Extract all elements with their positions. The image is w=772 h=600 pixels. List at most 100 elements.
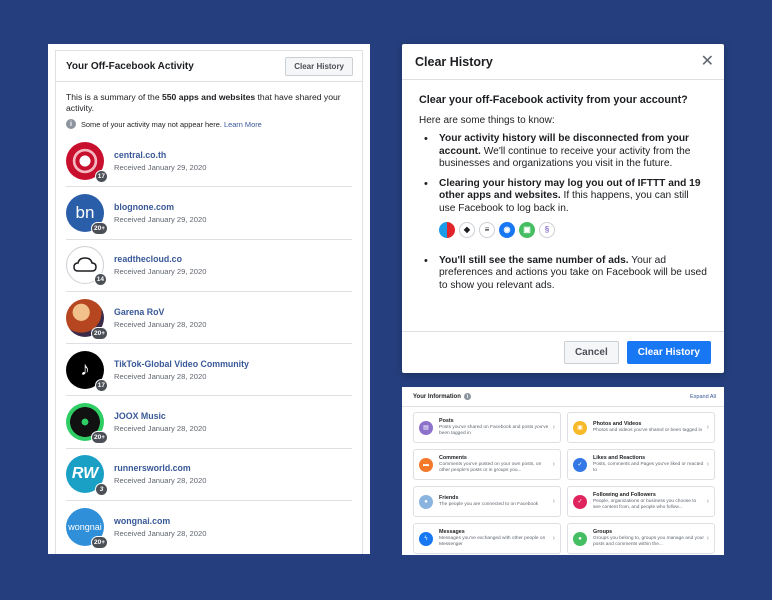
app-row[interactable]: wongnai 20+ wongnai.com Received January… [66, 501, 352, 553]
app-name[interactable]: Garena RoV [114, 307, 206, 317]
partner-app-icon: § [539, 221, 555, 238]
app-row[interactable]: 17 central.co.th Received January 29, 20… [66, 135, 352, 188]
dialog-bullets-ads: You'll still see the same number of ads.… [419, 255, 707, 293]
posts-icon: ▤ [419, 420, 433, 435]
activity-summary: This is a summary of the 550 apps and we… [66, 92, 341, 113]
app-row[interactable]: bn 20+ blognone.com Received January 29,… [66, 187, 352, 240]
info-title: Your Information i [413, 393, 471, 400]
expand-all-link[interactable]: Expand All [690, 394, 716, 400]
dialog-intro: Here are some things to know: [419, 115, 555, 126]
chevron-right-icon: › [552, 461, 555, 468]
buffer-icon: ≡ [479, 221, 495, 238]
chevron-right-icon: › [706, 535, 709, 542]
clear-history-dialog: Clear History ✕ Clear your off-Facebook … [402, 44, 724, 373]
app-name[interactable]: wongnai.com [114, 516, 206, 526]
tiktok-logo-icon: ♪ 17 [66, 350, 108, 392]
shield-icon: ◆ [459, 221, 475, 238]
app-date: Received January 29, 2020 [114, 214, 207, 224]
chevron-right-icon: › [706, 498, 709, 505]
count-badge: 20+ [90, 221, 108, 235]
clear-history-button[interactable]: Clear History [285, 56, 353, 76]
chevron-right-icon: › [706, 424, 709, 431]
dialog-heading: Clear your off-Facebook activity from yo… [419, 94, 688, 106]
info-grid: ▤ Posts Posts you've shared on Facebook a… [402, 407, 724, 554]
dialog-header: Clear History ✕ [402, 44, 724, 80]
app-name[interactable]: TikTok-Global Video Community [114, 359, 249, 369]
close-icon[interactable]: ✕ [701, 53, 714, 70]
bullet-logout: Clearing your history may log you out of… [419, 178, 707, 216]
joox-logo-icon: 20+ [66, 403, 108, 445]
cancel-button[interactable]: Cancel [563, 341, 619, 364]
app-date: Received January 29, 2020 [114, 162, 207, 172]
app-name[interactable]: blognone.com [114, 202, 206, 212]
app-row[interactable]: 20+ Garena RoV Received January 28, 2020 [66, 292, 352, 345]
panel-header: Your Off-Facebook Activity Clear History [56, 51, 362, 82]
count-badge: 17 [94, 378, 108, 392]
your-information-panel: Your Information i Expand All ▤ Posts Post… [402, 387, 724, 555]
app-store-icon: ◉ [499, 221, 515, 238]
app-date: Received January 28, 2020 [114, 529, 207, 539]
info-card-comments[interactable]: ▬ Comments Comments you've posted on your… [413, 449, 561, 480]
dialog-title: Clear History [415, 54, 493, 69]
info-card-following[interactable]: ✓ Following and Followers People, organiz… [567, 486, 715, 517]
app-row[interactable]: 14 readthecloud.co Received January 29, … [66, 240, 352, 292]
comments-icon: ▬ [419, 457, 433, 472]
info-card-messages[interactable]: ϟ Messages Messages you've exchanged with… [413, 523, 561, 554]
chevron-right-icon: › [552, 535, 555, 542]
photo-app-icon: ▣ [519, 221, 535, 238]
following-icon: ✓ [573, 494, 587, 509]
info-icon: i [66, 119, 76, 129]
info-card-likes[interactable]: ✓ Likes and Reactions Posts, comments and… [567, 449, 715, 480]
app-row[interactable]: 20+ JOOX Music Received January 28, 2020 [66, 396, 352, 449]
central-logo-icon: 17 [66, 141, 108, 183]
app-row[interactable]: RW 3 runnersworld.com Received January 2… [66, 449, 352, 502]
app-name[interactable]: runnersworld.com [114, 463, 206, 473]
dialog-footer: Cancel Clear History [402, 331, 724, 373]
app-date: Received January 28, 2020 [114, 319, 207, 329]
info-header: Your Information i Expand All [402, 387, 724, 407]
ifttt-icon [439, 221, 455, 238]
friends-icon: ● [419, 494, 433, 509]
chevron-right-icon: › [552, 424, 555, 431]
info-card-groups[interactable]: ● Groups Groups you belong to, groups you… [567, 523, 715, 554]
count-badge: 20+ [90, 536, 108, 550]
info-card-posts[interactable]: ▤ Posts Posts you've shared on Facebook a… [413, 412, 561, 443]
like-icon: ✓ [573, 457, 587, 472]
photos-icon: ▣ [573, 420, 587, 435]
dialog-bullets: Your activity history will be disconnect… [419, 133, 707, 216]
info-card-friends[interactable]: ● Friends The people you are connected to… [413, 486, 561, 517]
info-icon: i [463, 393, 471, 400]
activity-note: i Some of your activity may not appear h… [56, 114, 362, 129]
wongnai-logo-icon: wongnai 20+ [66, 508, 108, 550]
count-badge: 20+ [90, 326, 108, 340]
panel-title: Your Off-Facebook Activity [66, 60, 194, 72]
bullet-ads: You'll still see the same number of ads.… [419, 255, 707, 293]
app-name[interactable]: JOOX Music [114, 411, 206, 421]
affected-apps: ◆ ≡ ◉ ▣ § [439, 221, 707, 238]
off-facebook-card: Your Off-Facebook Activity Clear History… [55, 50, 363, 554]
confirm-clear-history-button[interactable]: Clear History [626, 341, 711, 364]
note-text: Some of your activity may not appear her… [81, 119, 262, 129]
info-card-photos[interactable]: ▣ Photos and Videos Photos and videos you… [567, 412, 715, 443]
count-badge: 3 [95, 483, 108, 497]
messenger-icon: ϟ [419, 531, 433, 546]
count-badge: 17 [94, 169, 108, 183]
chevron-right-icon: › [552, 498, 555, 505]
app-date: Received January 29, 2020 [114, 267, 207, 277]
blognone-logo-icon: bn 20+ [66, 193, 108, 235]
app-name[interactable]: readthecloud.co [114, 254, 206, 264]
groups-icon: ● [573, 531, 587, 546]
chevron-right-icon: › [706, 461, 709, 468]
count-badge: 14 [93, 273, 107, 287]
app-name[interactable]: central.co.th [114, 150, 206, 160]
count-badge: 20+ [90, 431, 108, 445]
app-row[interactable]: ♪ 17 TikTok-Global Video Community Recei… [66, 344, 352, 397]
app-list: 17 central.co.th Received January 29, 20… [56, 135, 362, 553]
app-date: Received January 28, 2020 [114, 424, 207, 434]
off-facebook-activity-panel: Your Off-Facebook Activity Clear History… [48, 44, 370, 554]
dialog-body: Clear your off-Facebook activity from yo… [402, 80, 724, 292]
game-logo-icon: 20+ [66, 298, 108, 340]
app-date: Received January 28, 2020 [114, 476, 207, 486]
app-date: Received January 28, 2020 [114, 371, 207, 381]
learn-more-link[interactable]: Learn More [224, 120, 262, 129]
